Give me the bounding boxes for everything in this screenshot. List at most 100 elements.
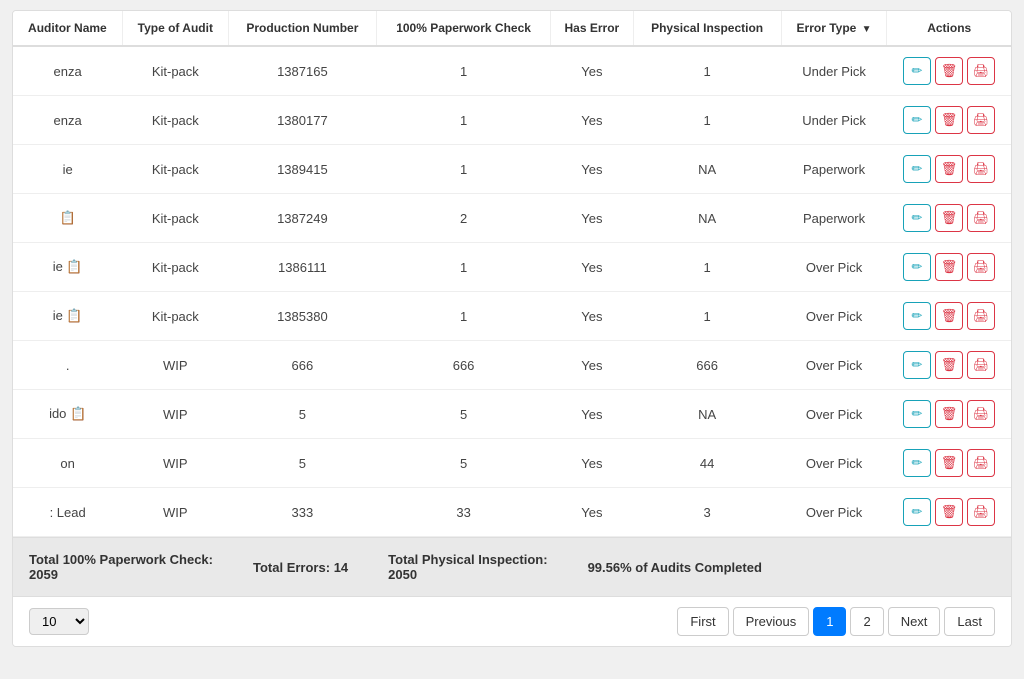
- cell-physical: 1: [633, 292, 781, 341]
- cell-error-type: Over Pick: [781, 292, 887, 341]
- cell-physical: NA: [633, 145, 781, 194]
- delete-button[interactable]: 🗑: [935, 204, 963, 232]
- page-2-button[interactable]: 2: [850, 607, 883, 636]
- cell-auditor: ie 📋: [13, 292, 122, 341]
- cell-error-type: Over Pick: [781, 390, 887, 439]
- delete-button[interactable]: 🗑: [935, 498, 963, 526]
- cell-error-type: Over Pick: [781, 243, 887, 292]
- print-button[interactable]: 🖨: [967, 400, 995, 428]
- cell-prod-num: 1385380: [228, 292, 376, 341]
- cell-has-error: Yes: [551, 341, 633, 390]
- cell-actions: ✏ 🗑 🖨: [887, 194, 1011, 243]
- first-button[interactable]: First: [677, 607, 728, 636]
- cell-physical: NA: [633, 390, 781, 439]
- edit-button[interactable]: ✏: [903, 57, 931, 85]
- print-button[interactable]: 🖨: [967, 498, 995, 526]
- table-row: 📋Kit-pack13872492YesNAPaperwork ✏ 🗑 🖨: [13, 194, 1011, 243]
- print-button[interactable]: 🖨: [967, 106, 995, 134]
- cell-has-error: Yes: [551, 194, 633, 243]
- total-errors: Total Errors: 14: [253, 560, 348, 575]
- edit-button[interactable]: ✏: [903, 155, 931, 183]
- cell-type: WIP: [122, 488, 228, 537]
- cell-error-type: Paperwork: [781, 145, 887, 194]
- print-button[interactable]: 🖨: [967, 302, 995, 330]
- cell-auditor: .: [13, 341, 122, 390]
- print-button[interactable]: 🖨: [967, 449, 995, 477]
- cell-prod-num: 5: [228, 439, 376, 488]
- cell-prod-num: 1387165: [228, 46, 376, 96]
- cell-type: WIP: [122, 439, 228, 488]
- print-button[interactable]: 🖨: [967, 204, 995, 232]
- edit-button[interactable]: ✏: [903, 498, 931, 526]
- cell-prod-num: 333: [228, 488, 376, 537]
- cell-has-error: Yes: [551, 292, 633, 341]
- table-row: enzaKit-pack13871651Yes1Under Pick ✏ 🗑 🖨: [13, 46, 1011, 96]
- col-error-type[interactable]: Error Type ▼: [781, 11, 887, 46]
- cell-physical: 1: [633, 96, 781, 145]
- cell-paperwork: 1: [376, 96, 550, 145]
- cell-type: Kit-pack: [122, 292, 228, 341]
- cell-physical: 1: [633, 243, 781, 292]
- cell-actions: ✏ 🗑 🖨: [887, 145, 1011, 194]
- cell-type: Kit-pack: [122, 96, 228, 145]
- print-button[interactable]: 🖨: [967, 351, 995, 379]
- edit-button[interactable]: ✏: [903, 253, 931, 281]
- edit-button[interactable]: ✏: [903, 449, 931, 477]
- delete-button[interactable]: 🗑: [935, 155, 963, 183]
- print-button[interactable]: 🖨: [967, 155, 995, 183]
- edit-button[interactable]: ✏: [903, 302, 931, 330]
- cell-auditor: ido 📋: [13, 390, 122, 439]
- cell-physical: NA: [633, 194, 781, 243]
- col-actions: Actions: [887, 11, 1011, 46]
- col-production-number: Production Number: [228, 11, 376, 46]
- cell-prod-num: 1389415: [228, 145, 376, 194]
- cell-paperwork: 1: [376, 292, 550, 341]
- delete-button[interactable]: 🗑: [935, 106, 963, 134]
- print-button[interactable]: 🖨: [967, 253, 995, 281]
- cell-error-type: Under Pick: [781, 96, 887, 145]
- cell-paperwork: 666: [376, 341, 550, 390]
- cell-physical: 44: [633, 439, 781, 488]
- edit-button[interactable]: ✏: [903, 204, 931, 232]
- table-row: enzaKit-pack13801771Yes1Under Pick ✏ 🗑 🖨: [13, 96, 1011, 145]
- delete-button[interactable]: 🗑: [935, 449, 963, 477]
- cell-physical: 3: [633, 488, 781, 537]
- last-button[interactable]: Last: [944, 607, 995, 636]
- cell-paperwork: 1: [376, 145, 550, 194]
- cell-paperwork: 1: [376, 46, 550, 96]
- table-row: ie 📋Kit-pack13853801Yes1Over Pick ✏ 🗑 🖨: [13, 292, 1011, 341]
- cell-error-type: Over Pick: [781, 439, 887, 488]
- cell-auditor: : Lead: [13, 488, 122, 537]
- footer-stats: Total 100% Paperwork Check: 2059 Total E…: [13, 537, 1011, 596]
- next-button[interactable]: Next: [888, 607, 941, 636]
- cell-paperwork: 33: [376, 488, 550, 537]
- cell-has-error: Yes: [551, 145, 633, 194]
- edit-button[interactable]: ✏: [903, 106, 931, 134]
- delete-button[interactable]: 🗑: [935, 253, 963, 281]
- edit-button[interactable]: ✏: [903, 400, 931, 428]
- table-row: : LeadWIP33333Yes3Over Pick ✏ 🗑 🖨: [13, 488, 1011, 537]
- cell-actions: ✏ 🗑 🖨: [887, 46, 1011, 96]
- cell-actions: ✏ 🗑 🖨: [887, 439, 1011, 488]
- cell-paperwork: 5: [376, 439, 550, 488]
- page-1-button[interactable]: 1: [813, 607, 846, 636]
- table-wrapper: Auditor Name Type of Audit Production Nu…: [13, 11, 1011, 537]
- page-size-select[interactable]: 102550100: [29, 608, 89, 635]
- edit-button[interactable]: ✏: [903, 351, 931, 379]
- cell-has-error: Yes: [551, 96, 633, 145]
- cell-actions: ✏ 🗑 🖨: [887, 341, 1011, 390]
- col-has-error: Has Error: [551, 11, 633, 46]
- main-container: Auditor Name Type of Audit Production Nu…: [12, 10, 1012, 647]
- delete-button[interactable]: 🗑: [935, 351, 963, 379]
- cell-error-type: Paperwork: [781, 194, 887, 243]
- cell-has-error: Yes: [551, 46, 633, 96]
- cell-auditor: 📋: [13, 194, 122, 243]
- cell-auditor: on: [13, 439, 122, 488]
- previous-button[interactable]: Previous: [733, 607, 810, 636]
- delete-button[interactable]: 🗑: [935, 302, 963, 330]
- cell-actions: ✏ 🗑 🖨: [887, 390, 1011, 439]
- cell-type: Kit-pack: [122, 194, 228, 243]
- delete-button[interactable]: 🗑: [935, 57, 963, 85]
- print-button[interactable]: 🖨: [967, 57, 995, 85]
- delete-button[interactable]: 🗑: [935, 400, 963, 428]
